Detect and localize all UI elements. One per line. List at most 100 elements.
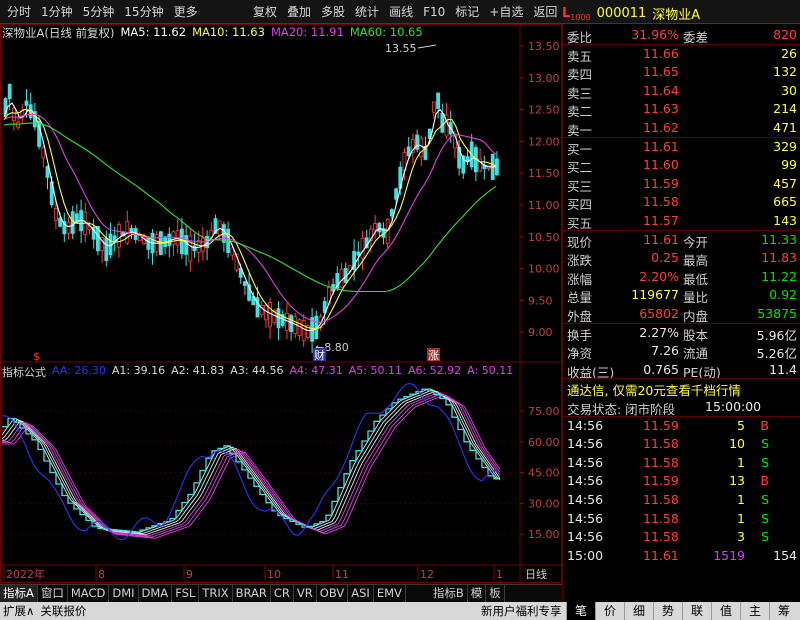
candle-body bbox=[54, 208, 58, 222]
candle-body bbox=[436, 92, 441, 109]
tick-vol: 3 bbox=[737, 529, 745, 545]
ind-line-3 bbox=[2, 392, 501, 537]
buy-price: 11.59 bbox=[643, 175, 679, 191]
indicator-tab-10[interactable]: OBV bbox=[317, 585, 349, 602]
price-label-1: 13.00 bbox=[528, 72, 560, 85]
candle-body bbox=[389, 209, 394, 217]
date-label-1: 8 bbox=[98, 568, 105, 581]
tick-row-5: 14:56 11.58 1 S bbox=[563, 510, 800, 528]
new-user-link[interactable]: 新用户福利专享 bbox=[478, 603, 565, 619]
date-label-2: 9 bbox=[186, 568, 193, 581]
side-tab-6[interactable]: 主 bbox=[740, 602, 769, 620]
tool-btn-4[interactable]: 画线 bbox=[384, 1, 418, 23]
indicator-tab-9[interactable]: VR bbox=[294, 585, 317, 602]
period-btn-1[interactable]: 1分钟 bbox=[36, 1, 78, 23]
kline-chart[interactable]: 13.50 13.00 12.50 12.00 11.50 11.00 10.50 10.00… bbox=[0, 24, 562, 584]
indicator-tab-15[interactable]: 板 bbox=[486, 585, 505, 602]
side-tab-0[interactable]: 笔 bbox=[566, 602, 595, 620]
indicator-tab-11[interactable]: ASI bbox=[348, 585, 374, 602]
indicator-tab-12[interactable]: EMV bbox=[374, 585, 406, 602]
ma-legend: 深物业A(日线 前复权) MA5: 11.62 MA10: 11.63 MA20: 1… bbox=[2, 25, 423, 41]
buy-price: 11.58 bbox=[643, 194, 679, 210]
indicator-tab-6[interactable]: TRIX bbox=[199, 585, 233, 602]
stat-row-3: 总量 119677 量比 0.92 bbox=[563, 286, 800, 306]
tool-btn-0[interactable]: 复权 bbox=[248, 1, 282, 23]
side-tab-3[interactable]: 势 bbox=[653, 602, 682, 620]
tool-btn-3[interactable]: 统计 bbox=[350, 1, 384, 23]
indicator-tab-8[interactable]: CR bbox=[271, 585, 294, 602]
stat-row-2: 涨幅 2.20% 最低 11.22 bbox=[563, 268, 800, 287]
indicator-tab-5[interactable]: FSL bbox=[172, 585, 200, 602]
tick-price: 11.58 bbox=[643, 529, 679, 545]
sell-vol: 214 bbox=[773, 101, 797, 117]
stat2-row-2: 收益(三) 0.765 PE(动) 11.4 bbox=[563, 361, 800, 380]
tick-side: 154 bbox=[773, 547, 797, 563]
stat-value: 2.20% bbox=[639, 268, 679, 284]
ind-legend-item-4: A4: 47.31 bbox=[289, 364, 343, 377]
tool-btn-5[interactable]: F10 bbox=[418, 1, 450, 23]
sell-row-0: 卖五 11.66 26 bbox=[563, 45, 800, 64]
mark-dollar: $ bbox=[33, 350, 40, 363]
stat-label2: 量比 bbox=[683, 290, 709, 306]
tool-btn-1[interactable]: 叠加 bbox=[282, 1, 316, 23]
indicator-tab-13[interactable]: 指标B bbox=[430, 585, 468, 602]
stat-value: 11.61 bbox=[643, 231, 679, 247]
stat2-label2: 股本 bbox=[683, 327, 709, 343]
tool-btn-7[interactable]: +自选 bbox=[484, 1, 528, 23]
side-tab-7[interactable]: 筹 bbox=[769, 602, 798, 620]
expand-button[interactable]: 扩展∧ bbox=[0, 603, 37, 619]
tick-row-1: 14:56 11.58 10 S bbox=[563, 435, 800, 453]
weibi-row: 委比 31.96% 委差 820 bbox=[563, 26, 800, 45]
sell-row-4: 卖一 11.62 471 bbox=[563, 119, 800, 138]
tick-time: 14:56 bbox=[567, 529, 604, 545]
ind-legend-item-5: A5: 50.11 bbox=[348, 364, 402, 377]
candle-body bbox=[242, 281, 247, 286]
side-tab-1[interactable]: 价 bbox=[595, 602, 624, 620]
tool-btn-2[interactable]: 多股 bbox=[316, 1, 350, 23]
candle-body bbox=[24, 100, 29, 106]
ind-legend-item-6: A6: 52.92 bbox=[407, 364, 462, 377]
related-quote-button[interactable]: 关联报价 bbox=[37, 603, 89, 619]
period-btn-3[interactable]: 15分钟 bbox=[119, 1, 168, 23]
tick-vol: 5 bbox=[737, 417, 745, 433]
promo-row[interactable]: 通达信, 仅需20元查看千档行情 bbox=[563, 379, 800, 399]
tick-time: 14:56 bbox=[567, 417, 604, 433]
market-badge: L bbox=[562, 5, 571, 21]
ind-label-1: 60.00 bbox=[528, 436, 560, 449]
indicator-tab-2[interactable]: MACD bbox=[68, 585, 110, 602]
ind-legend-item-2: A2: 41.83 bbox=[171, 364, 225, 377]
stat-value: 119677 bbox=[631, 287, 679, 303]
tick-side: B bbox=[760, 473, 769, 489]
price-label-4: 11.50 bbox=[528, 167, 560, 180]
candle-body bbox=[41, 146, 46, 159]
stat-value2: 11.83 bbox=[761, 250, 797, 266]
indicator-tab-0[interactable]: 指标A bbox=[0, 585, 38, 602]
sell-label: 卖四 bbox=[567, 67, 593, 83]
tool-btn-6[interactable]: 标记 bbox=[450, 1, 484, 23]
indicator-tab-4[interactable]: DMA bbox=[139, 585, 173, 602]
stat-label: 涨幅 bbox=[567, 271, 593, 287]
tick-side: B bbox=[760, 417, 769, 433]
tool-btn-8[interactable]: 返回 bbox=[528, 1, 562, 23]
date-axis-right: 日线 bbox=[525, 567, 547, 581]
candle-body bbox=[419, 137, 424, 158]
ind-legend-item-0: AA: 26.30 bbox=[52, 364, 106, 377]
side-tab-5[interactable]: 值 bbox=[711, 602, 740, 620]
indicator-tab-1[interactable]: 窗口 bbox=[38, 585, 68, 602]
candle-body bbox=[184, 235, 189, 255]
market-sub: 1000 bbox=[570, 12, 591, 22]
indicator-tab-3[interactable]: DMI bbox=[109, 585, 139, 602]
side-tab-4[interactable]: 联 bbox=[682, 602, 711, 620]
tick-time: 15:00 bbox=[567, 547, 604, 563]
ind-label-2: 45.00 bbox=[528, 467, 560, 480]
side-tab-2[interactable]: 细 bbox=[624, 602, 653, 620]
tick-price: 11.58 bbox=[643, 454, 679, 470]
candles bbox=[3, 83, 499, 354]
period-btn-2[interactable]: 5分钟 bbox=[78, 1, 120, 23]
period-btn-4[interactable]: 更多 bbox=[169, 1, 203, 23]
indicator-tab-14[interactable]: 模 bbox=[468, 585, 487, 602]
indicator-tab-7[interactable]: BRAR bbox=[233, 585, 271, 602]
price-label-6: 10.50 bbox=[528, 231, 560, 244]
period-btn-0[interactable]: 分时 bbox=[2, 1, 36, 23]
promo-text[interactable]: 通达信, 仅需20元查看千档行情 bbox=[567, 380, 741, 399]
